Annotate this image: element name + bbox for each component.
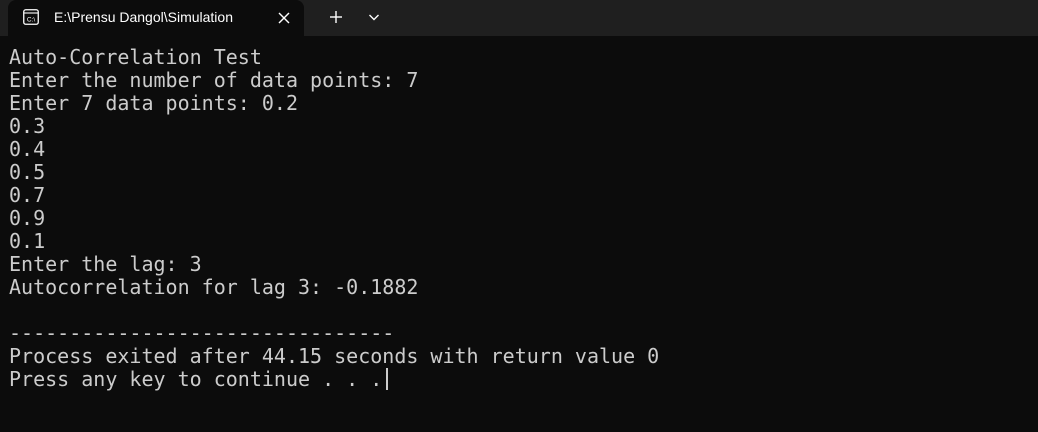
console-line: 0.5 [9,160,46,184]
console-line: Press any key to continue . . . [9,367,383,391]
tab-dropdown-button[interactable] [360,4,388,30]
console-line: Auto-Correlation Test [9,45,262,69]
console-output[interactable]: Auto-Correlation Test Enter the number o… [0,36,1038,432]
console-line: Autocorrelation for lag 3: -0.1882 [9,275,419,299]
svg-text:C:\: C:\ [27,17,36,24]
tab-bar: C:\ E:\Prensu Dangol\Simulation [0,0,1038,36]
console-line: 0.4 [9,137,46,161]
console-line: Process exited after 44.15 seconds with … [9,344,660,368]
console-icon: C:\ [23,9,39,25]
console-line: 0.3 [9,114,46,138]
console-prompt-line: Press any key to continue . . . [9,368,1038,391]
console-line: Enter the number of data points: 7 [9,68,419,92]
terminal-window: C:\ E:\Prensu Dangol\Simulation Auto-Cor… [0,0,1038,432]
console-line: 0.1 [9,229,46,253]
tab-simulation[interactable]: C:\ E:\Prensu Dangol\Simulation [8,0,304,36]
console-line: -------------------------------- [9,321,395,345]
new-tab-button[interactable] [322,4,350,30]
plus-icon [330,11,342,23]
console-line: Enter 7 data points: 0.2 [9,91,298,115]
console-line: 0.7 [9,183,46,207]
console-line: Enter the lag: 3 [9,252,202,276]
tab-title: E:\Prensu Dangol\Simulation [54,9,233,25]
close-icon [278,12,290,24]
text-cursor [386,368,389,390]
chevron-down-icon [369,14,379,21]
console-line: 0.9 [9,206,46,230]
close-tab-button[interactable] [272,6,296,30]
